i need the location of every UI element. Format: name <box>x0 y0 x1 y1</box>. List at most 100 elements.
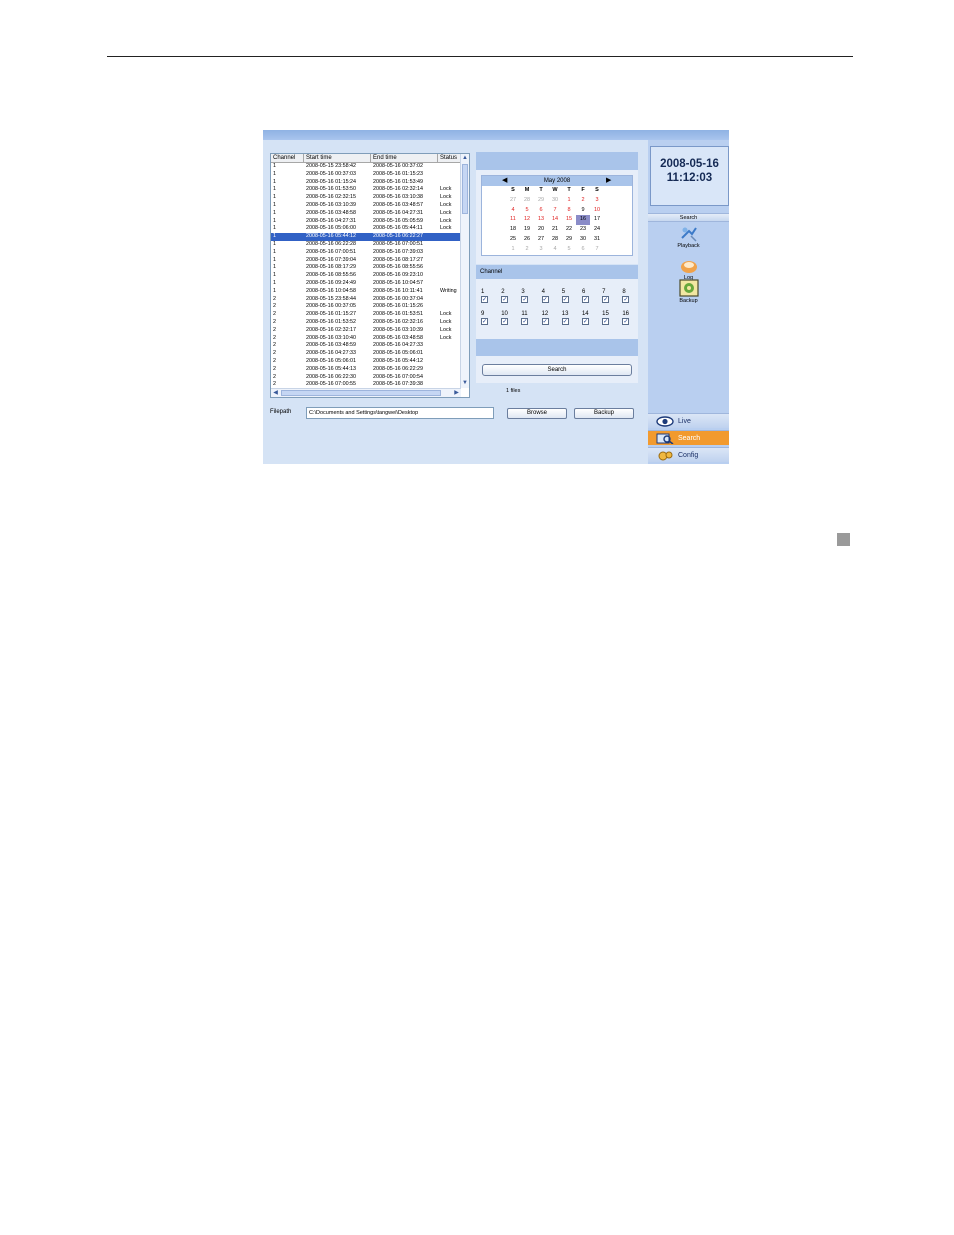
table-row[interactable]: 1 2008-05-16 09:24:49 2008-05-16 10:04:57 <box>271 280 461 288</box>
calendar-day[interactable]: 5 <box>520 206 534 216</box>
channel-checkbox[interactable]: ✓ <box>602 318 610 325</box>
scroll-down-icon[interactable]: ▼ <box>461 379 469 388</box>
table-row[interactable]: 1 2008-05-15 23:58:42 2008-05-16 00:37:02 <box>271 163 461 171</box>
table-row[interactable]: 2 2008-05-16 00:37:05 2008-05-16 01:15:26 <box>271 303 461 311</box>
search-button[interactable]: Search <box>482 364 632 376</box>
table-row[interactable]: 1 2008-05-16 10:04:58 2008-05-16 10:11:41 W… <box>271 288 461 296</box>
channel-checkbox-item[interactable]: 11 ✓ <box>521 310 541 325</box>
backup-button[interactable]: Backup <box>574 408 634 419</box>
table-row[interactable]: 2 2008-05-16 06:22:30 2008-05-16 07:00:54 <box>271 374 461 382</box>
channel-checkbox[interactable]: ✓ <box>501 318 509 325</box>
table-row[interactable]: 2 2008-05-16 01:53:52 2008-05-16 02:32:16 L… <box>271 319 461 327</box>
channel-checkbox[interactable]: ✓ <box>481 296 488 303</box>
table-row[interactable]: 1 2008-05-16 01:15:24 2008-05-16 01:53:49 <box>271 179 461 187</box>
calendar-day[interactable]: 3 <box>590 196 604 206</box>
calendar-day[interactable]: 28 <box>520 196 534 206</box>
scroll-right-icon[interactable]: ▶ <box>452 389 461 397</box>
channel-checkbox[interactable]: ✓ <box>622 296 630 303</box>
sidebar-item-log[interactable]: Log <box>648 258 729 281</box>
calendar-day[interactable]: 19 <box>520 225 534 235</box>
calendar-day[interactable]: 11 <box>506 215 520 225</box>
calendar-day[interactable]: 30 <box>548 196 562 206</box>
calendar-day[interactable]: 6 <box>576 245 590 255</box>
nav-config[interactable]: Config <box>648 447 729 462</box>
channel-checkbox-item[interactable]: 1 ✓ <box>481 288 501 303</box>
nav-live[interactable]: Live <box>648 413 729 428</box>
channel-checkbox-item[interactable]: 10 ✓ <box>501 310 521 325</box>
table-row[interactable]: 1 2008-05-16 08:55:56 2008-05-16 09:23:10 <box>271 272 461 280</box>
calendar-day[interactable]: 12 <box>520 215 534 225</box>
table-row[interactable]: 1 2008-05-16 04:27:31 2008-05-16 05:05:59 L… <box>271 218 461 226</box>
table-row[interactable]: 1 2008-05-16 05:06:00 2008-05-16 05:44:11 L… <box>271 225 461 233</box>
channel-checkbox-item[interactable]: 16 ✓ <box>622 310 642 325</box>
table-row[interactable]: 2 2008-05-16 03:10:40 2008-05-16 03:48:58 L… <box>271 335 461 343</box>
calendar-day[interactable]: 18 <box>506 225 520 235</box>
channel-checkbox[interactable]: ✓ <box>501 296 509 303</box>
table-row[interactable]: 2 2008-05-15 23:58:44 2008-05-16 00:37:04 <box>271 296 461 304</box>
channel-checkbox-item[interactable]: 9 ✓ <box>481 310 501 325</box>
calendar-day[interactable]: 1 <box>506 245 520 255</box>
column-header-end-time[interactable]: End time <box>371 154 438 162</box>
calendar-day[interactable]: 7 <box>590 245 604 255</box>
calendar-day[interactable]: 14 <box>548 215 562 225</box>
table-row[interactable]: 2 2008-05-16 02:32:17 2008-05-16 03:10:39 L… <box>271 327 461 335</box>
table-row[interactable]: 2 2008-05-16 05:06:01 2008-05-16 05:44:12 <box>271 358 461 366</box>
calendar-day[interactable]: 28 <box>548 235 562 245</box>
calendar-day[interactable]: 13 <box>534 215 548 225</box>
channel-checkbox[interactable]: ✓ <box>561 318 569 325</box>
calendar-day[interactable]: 2 <box>520 245 534 255</box>
table-row[interactable]: 1 2008-05-16 02:32:15 2008-05-16 03:10:38 L… <box>271 194 461 202</box>
channel-checkbox[interactable]: ✓ <box>521 318 529 325</box>
channel-checkbox-item[interactable]: 14 ✓ <box>581 310 602 325</box>
channel-checkbox-item[interactable]: 7 ✓ <box>602 288 622 303</box>
calendar-day[interactable]: 27 <box>506 196 520 206</box>
calendar-day[interactable]: 6 <box>534 206 548 216</box>
horizontal-scrollbar[interactable]: ◀ ▶ <box>271 388 461 397</box>
table-row[interactable]: 1 2008-05-16 05:44:12 2008-05-16 06:22:27 <box>271 233 461 241</box>
calendar-day[interactable]: 10 <box>590 206 604 216</box>
channel-checkbox[interactable]: ✓ <box>561 296 569 303</box>
calendar-day[interactable]: 16 <box>576 215 590 226</box>
calendar-day[interactable]: 29 <box>562 235 576 245</box>
sidebar-section-tab[interactable]: Search <box>648 213 729 222</box>
prev-month-icon[interactable]: ◀ <box>502 176 507 186</box>
filepath-input[interactable]: C:\Documents and Settings\tangwei\Deskto… <box>306 407 494 419</box>
table-row[interactable]: 1 2008-05-16 01:53:50 2008-05-16 02:32:14 L… <box>271 186 461 194</box>
calendar-day[interactable]: 8 <box>562 206 576 216</box>
channel-checkbox[interactable]: ✓ <box>602 296 610 303</box>
calendar-day[interactable]: 9 <box>576 206 590 216</box>
vertical-scrollbar[interactable]: ▲ ▼ <box>460 154 469 388</box>
table-row[interactable]: 1 2008-05-16 08:17:29 2008-05-16 08:55:56 <box>271 264 461 272</box>
channel-checkbox-item[interactable]: 3 ✓ <box>521 288 541 303</box>
calendar-day[interactable]: 1 <box>562 196 576 206</box>
channel-checkbox[interactable]: ✓ <box>581 296 589 303</box>
table-row[interactable]: 1 2008-05-16 07:39:04 2008-05-16 08:17:27 <box>271 257 461 265</box>
sidebar-item-backup[interactable]: Backup <box>648 279 729 304</box>
calendar-day[interactable]: 25 <box>506 235 520 245</box>
scroll-left-icon[interactable]: ◀ <box>271 389 280 397</box>
table-row[interactable]: 2 2008-05-16 03:48:59 2008-05-16 04:27:33 <box>271 342 461 350</box>
channel-checkbox[interactable]: ✓ <box>541 318 549 325</box>
channel-checkbox-item[interactable]: 13 ✓ <box>561 310 582 325</box>
table-row[interactable]: 2 2008-05-16 05:44:13 2008-05-16 06:22:29 <box>271 366 461 374</box>
sidebar-item-playback[interactable]: Playback <box>648 226 729 249</box>
column-header-status[interactable]: Status <box>438 154 461 162</box>
calendar-day[interactable]: 7 <box>548 206 562 216</box>
table-row[interactable]: 1 2008-05-16 00:37:03 2008-05-16 01:15:23 <box>271 171 461 179</box>
table-row[interactable]: 1 2008-05-16 06:22:28 2008-05-16 07:00:51 <box>271 241 461 249</box>
channel-checkbox[interactable]: ✓ <box>541 296 549 303</box>
channel-checkbox-item[interactable]: 8 ✓ <box>622 288 642 303</box>
calendar-day[interactable]: 4 <box>548 245 562 255</box>
browse-button[interactable]: Browse <box>507 408 567 419</box>
calendar-day[interactable]: 24 <box>590 225 604 235</box>
channel-checkbox-item[interactable]: 4 ✓ <box>541 288 562 303</box>
channel-checkbox-item[interactable]: 6 ✓ <box>581 288 602 303</box>
calendar-day[interactable]: 15 <box>562 215 576 225</box>
calendar-day[interactable]: 31 <box>590 235 604 245</box>
channel-checkbox-item[interactable]: 2 ✓ <box>501 288 521 303</box>
table-row[interactable]: 2 2008-05-16 04:27:33 2008-05-16 05:06:01 <box>271 350 461 358</box>
table-row[interactable]: 1 2008-05-16 03:10:39 2008-05-16 03:48:57 L… <box>271 202 461 210</box>
calendar-day[interactable]: 2 <box>576 196 590 206</box>
column-header-start-time[interactable]: Start time <box>304 154 371 162</box>
calendar-day[interactable]: 22 <box>562 225 576 235</box>
